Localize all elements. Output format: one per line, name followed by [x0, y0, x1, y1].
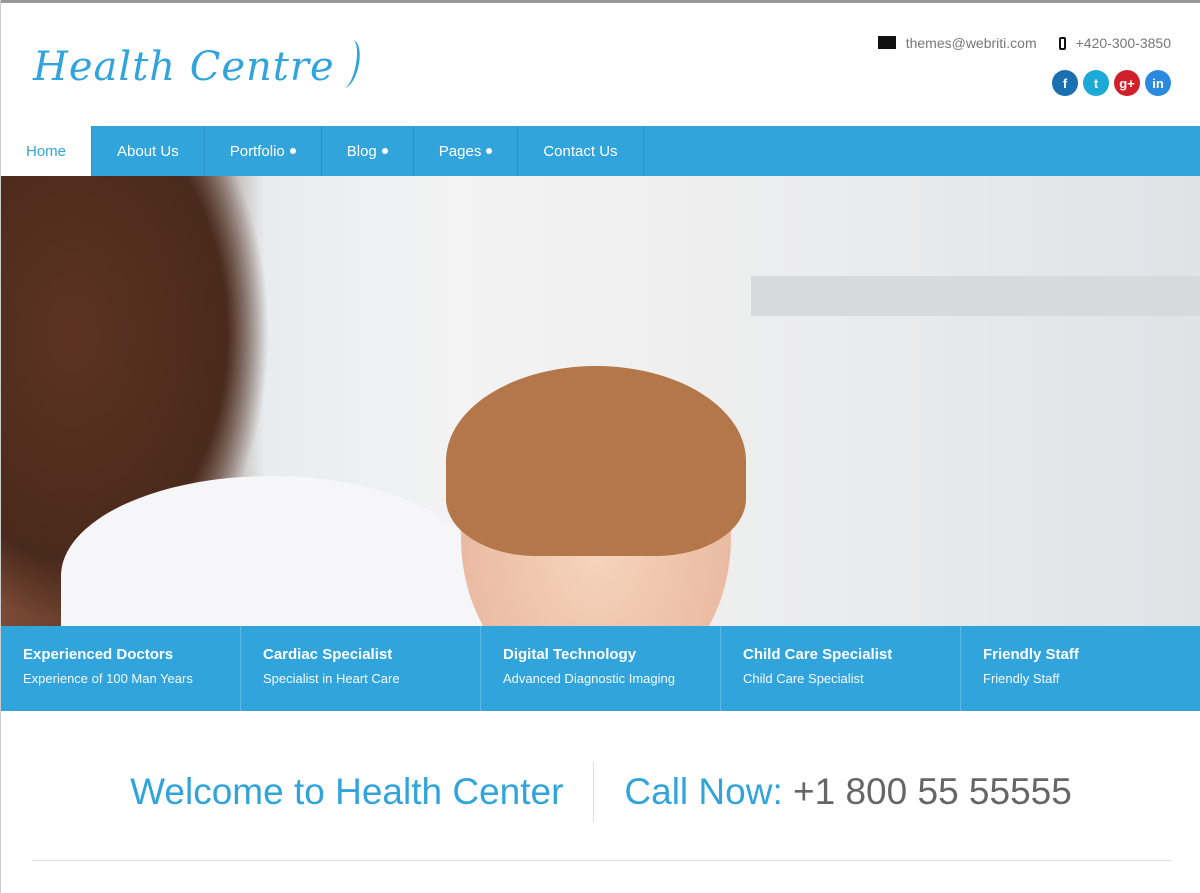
- nav-label: Portfolio: [229, 142, 285, 160]
- feature-title: Experienced Doctors: [23, 646, 174, 663]
- feature-desc: Advanced Diagnostic Imaging: [503, 671, 675, 686]
- nav-blog[interactable]: Blog: [322, 126, 414, 176]
- logo-figure-icon: [332, 40, 363, 88]
- social-links: f t g+ in: [1052, 70, 1171, 96]
- dropdown-dot-icon: [381, 148, 388, 154]
- google-plus-icon[interactable]: g+: [1114, 70, 1140, 96]
- feature-title: Cardiac Specialist: [263, 646, 393, 663]
- nav-about-us[interactable]: About Us: [92, 126, 205, 176]
- feature-item: Experienced Doctors Experience of 100 Man…: [1, 626, 241, 711]
- section-divider: [32, 860, 1171, 861]
- welcome-title: Welcome to Health Center: [130, 762, 595, 822]
- background-shelf: [751, 276, 1200, 316]
- main-nav: Home About Us Portfolio Blog Pages Conta…: [1, 126, 1200, 176]
- nav-label: Pages: [438, 142, 482, 160]
- contact-phone: +420-300-3850: [1075, 35, 1171, 51]
- child-hair: [446, 366, 746, 556]
- feature-strip: Experienced Doctors Experience of 100 Man…: [1, 626, 1200, 711]
- linkedin-icon[interactable]: in: [1145, 70, 1171, 96]
- feature-item: Digital Technology Advanced Diagnostic Im…: [481, 626, 721, 711]
- dropdown-dot-icon: [486, 148, 493, 154]
- feature-desc: Experience of 100 Man Years: [23, 671, 193, 686]
- facebook-icon[interactable]: f: [1052, 70, 1078, 96]
- nav-home[interactable]: Home: [1, 126, 93, 176]
- call-now: Call Now: +1 800 55 55555: [594, 771, 1071, 813]
- feature-desc: Friendly Staff: [983, 671, 1060, 686]
- nav-label: About Us: [117, 142, 179, 160]
- nav-pages[interactable]: Pages: [414, 126, 519, 176]
- nav-label: Contact Us: [543, 142, 618, 160]
- nav-contact-us[interactable]: Contact Us: [518, 126, 644, 176]
- feature-desc: Child Care Specialist: [743, 671, 864, 686]
- browser-edge: [1, 0, 1200, 3]
- hero-slider-image: [1, 176, 1200, 626]
- feature-title: Child Care Specialist: [743, 646, 893, 663]
- feature-item: Child Care Specialist Child Care Speciali…: [721, 626, 961, 711]
- feature-title: Friendly Staff: [983, 646, 1079, 663]
- contact-email[interactable]: themes@webriti.com: [906, 35, 1037, 51]
- mobile-phone-icon: [1058, 37, 1066, 50]
- call-label: Call Now:: [624, 771, 783, 812]
- feature-item: Friendly Staff Friendly Staff: [961, 626, 1200, 711]
- feature-item: Cardiac Specialist Specialist in Heart Ca…: [241, 626, 481, 711]
- nav-portfolio[interactable]: Portfolio: [205, 126, 322, 176]
- dropdown-dot-icon: [289, 148, 296, 154]
- logo-text: Health Centre: [33, 44, 335, 90]
- site-logo[interactable]: Health Centre: [33, 40, 363, 90]
- feature-title: Digital Technology: [503, 646, 637, 663]
- nav-label: Blog: [346, 142, 377, 160]
- call-number: +1 800 55 55555: [793, 771, 1072, 812]
- header-contact: themes@webriti.com +420-300-3850: [877, 35, 1171, 51]
- nav-label: Home: [26, 142, 67, 160]
- envelope-icon: [877, 36, 896, 49]
- feature-desc: Specialist in Heart Care: [263, 671, 400, 686]
- welcome-banner: Welcome to Health Center Call Now: +1 80…: [1, 762, 1200, 822]
- twitter-icon[interactable]: t: [1083, 70, 1109, 96]
